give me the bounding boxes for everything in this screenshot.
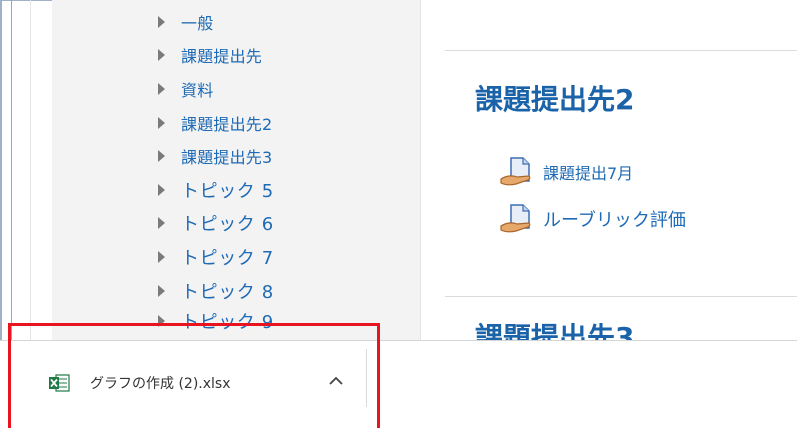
course-index-item[interactable]: トピック 5 <box>158 177 274 203</box>
expand-triangle-icon[interactable] <box>158 285 165 297</box>
course-index-item-label[interactable]: トピック 6 <box>181 210 274 236</box>
course-content: 課題提出先2 課題提出7月 ルーブリック評価 課題提出先3 <box>421 0 797 340</box>
course-index-item-label[interactable]: トピック 5 <box>181 177 274 203</box>
expand-triangle-icon[interactable] <box>158 150 165 162</box>
expand-triangle-icon[interactable] <box>158 49 165 61</box>
expand-triangle-icon[interactable] <box>158 251 165 263</box>
course-index-item-label[interactable]: 資料 <box>181 77 213 101</box>
section-divider <box>445 296 797 297</box>
course-index-sidebar: 一般 課題提出先 資料 課題提出先2 課題提出先3 トピック 5 トピック 6 … <box>52 0 421 340</box>
course-index-item[interactable]: 課題提出先 <box>158 42 262 68</box>
course-index-item[interactable]: 資料 <box>158 76 213 102</box>
expand-triangle-icon[interactable] <box>158 217 165 229</box>
course-index-item[interactable]: 課題提出先2 <box>158 110 272 136</box>
course-index-item-label[interactable]: トピック 7 <box>181 244 274 270</box>
assignment-icon <box>500 204 531 233</box>
expand-triangle-icon[interactable] <box>158 117 165 129</box>
course-index-item-label[interactable]: 課題提出先 <box>181 43 262 67</box>
expand-triangle-icon[interactable] <box>158 16 165 28</box>
assignment-icon <box>500 157 531 186</box>
course-index-item-label[interactable]: 課題提出先3 <box>181 144 272 168</box>
expand-triangle-icon[interactable] <box>158 184 165 196</box>
section-divider <box>445 50 797 51</box>
course-index-item[interactable]: トピック 8 <box>158 278 274 304</box>
next-section-title: 課題提出先3 <box>475 321 635 340</box>
section-title: 課題提出先2 <box>475 83 635 116</box>
course-index-item-label[interactable]: トピック 8 <box>181 278 274 304</box>
activity-link[interactable]: 課題提出7月 <box>499 156 633 188</box>
course-index-item-label[interactable]: 課題提出先2 <box>181 111 272 135</box>
course-index-item[interactable]: 課題提出先3 <box>158 143 272 169</box>
course-index-item-label[interactable]: 一般 <box>181 10 213 34</box>
course-index-item[interactable]: トピック 7 <box>158 244 274 270</box>
course-index-item[interactable]: トピック 6 <box>158 210 274 236</box>
highlight-box <box>8 323 380 428</box>
expand-triangle-icon[interactable] <box>158 83 165 95</box>
course-index-item[interactable]: 一般 <box>158 9 213 35</box>
activity-link[interactable]: ルーブリック評価 <box>499 203 686 235</box>
page-guide <box>30 0 31 340</box>
activity-label[interactable]: ルーブリック評価 <box>543 206 686 232</box>
activity-label[interactable]: 課題提出7月 <box>543 160 633 184</box>
